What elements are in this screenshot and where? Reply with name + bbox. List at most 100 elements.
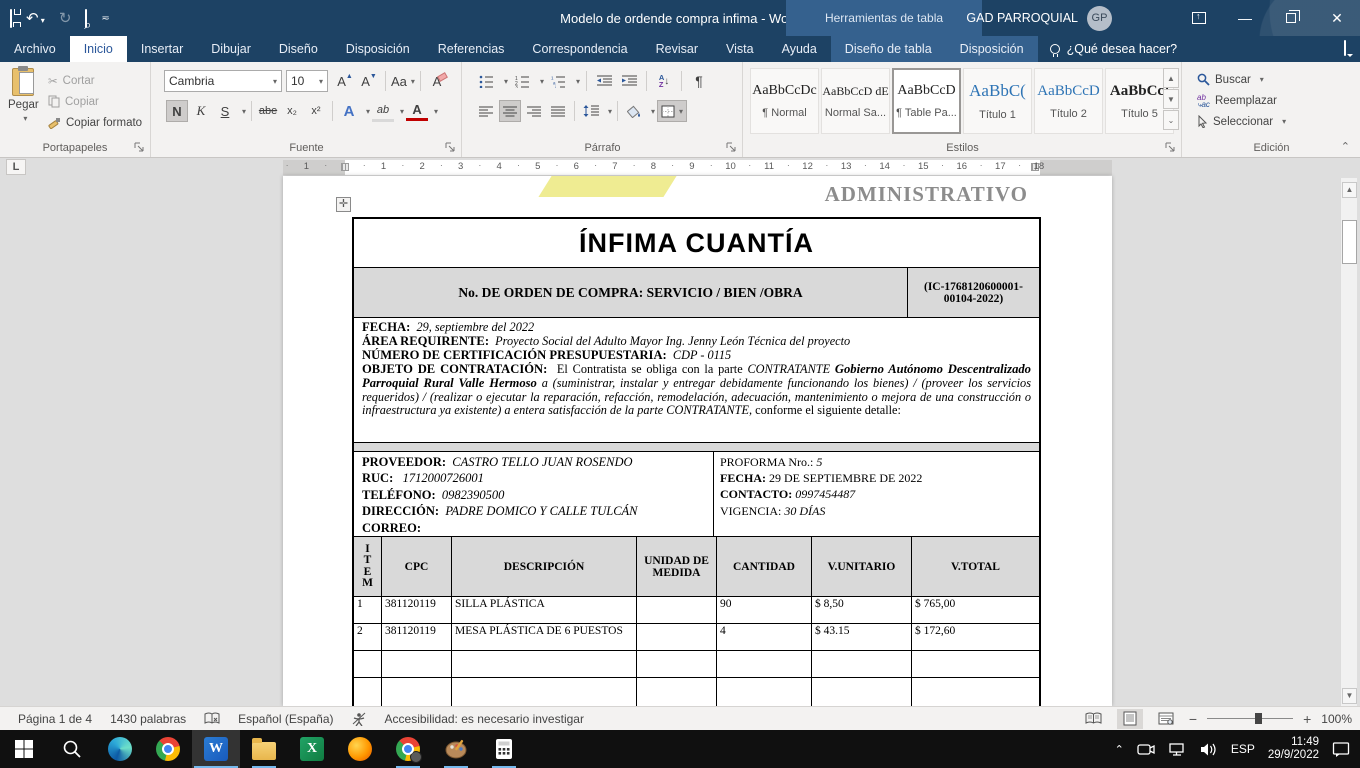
taskbar-paint-icon[interactable] xyxy=(432,730,480,768)
multilevel-arrow[interactable]: ▾ xyxy=(576,77,580,86)
speaker-icon[interactable] xyxy=(1199,742,1218,757)
select-button[interactable]: Seleccionar▾ xyxy=(1197,111,1286,132)
zoom-out-button[interactable]: − xyxy=(1189,711,1197,727)
taskbar-chrome-profile-icon[interactable] xyxy=(384,730,432,768)
tab-dibujar[interactable]: Dibujar xyxy=(197,36,265,62)
taskbar-excel-icon[interactable]: X xyxy=(288,730,336,768)
tab-disposicion-tabla[interactable]: Disposición xyxy=(946,36,1038,62)
increase-indent-button[interactable] xyxy=(618,70,640,92)
underline-arrow[interactable]: ▾ xyxy=(242,107,246,116)
style-table-paragraph[interactable]: AaBbCcD ¶ Table Pa... xyxy=(892,68,961,134)
meet-now-icon[interactable] xyxy=(1137,742,1155,757)
keyboard-language[interactable]: ESP xyxy=(1231,742,1255,756)
styles-gallery-more[interactable]: ⌄ xyxy=(1163,110,1179,130)
font-color-button[interactable]: A xyxy=(406,101,428,121)
justify-button[interactable] xyxy=(547,100,569,122)
redo-button[interactable]: ↻ xyxy=(59,9,72,27)
taskbar-word-icon[interactable]: W xyxy=(192,730,240,768)
portapapeles-dialog-launcher[interactable] xyxy=(134,142,146,154)
fuente-dialog-launcher[interactable] xyxy=(445,142,457,154)
taskbar-calculator-icon[interactable] xyxy=(480,730,528,768)
tab-stop-selector[interactable]: L xyxy=(6,159,26,175)
align-right-button[interactable] xyxy=(523,100,545,122)
style-titulo-1[interactable]: AaBbC( Título 1 xyxy=(963,68,1032,134)
ruler-strip[interactable]: 1123456789101112131415161718············… xyxy=(283,160,1112,175)
tab-revisar[interactable]: Revisar xyxy=(642,36,712,62)
scroll-down-arrow[interactable]: ▼ xyxy=(1342,688,1357,704)
shading-arrow[interactable]: ▾ xyxy=(651,107,655,116)
word-count[interactable]: 1430 palabras xyxy=(110,712,186,726)
underline-button[interactable]: S xyxy=(214,100,236,122)
decrease-indent-button[interactable] xyxy=(593,70,615,92)
sort-button[interactable]: AZ↓ xyxy=(653,70,675,92)
tab-archivo[interactable]: Archivo xyxy=(0,36,70,62)
highlight-arrow[interactable]: ▾ xyxy=(400,107,404,116)
styles-scroll-down[interactable]: ▼ xyxy=(1163,89,1179,109)
minimize-button[interactable]: — xyxy=(1222,0,1268,36)
tab-inicio[interactable]: Inicio xyxy=(70,36,127,62)
align-center-button[interactable] xyxy=(499,100,521,122)
replace-button[interactable]: ab⤷ac Reemplazar xyxy=(1197,90,1286,111)
scroll-up-arrow[interactable]: ▲ xyxy=(1342,182,1357,198)
avatar[interactable]: GP xyxy=(1087,6,1112,31)
taskbar-explorer-icon[interactable] xyxy=(240,730,288,768)
tray-chevron-icon[interactable]: ⌃ xyxy=(1115,743,1124,756)
collapse-ribbon-button[interactable]: ⌃ xyxy=(1341,140,1350,153)
close-button[interactable]: ✕ xyxy=(1314,0,1360,36)
subscript-button[interactable]: x₂ xyxy=(281,100,303,122)
copy-button[interactable]: Copiar xyxy=(48,91,142,112)
tab-insertar[interactable]: Insertar xyxy=(127,36,197,62)
font-family-combo[interactable]: Cambria▾ xyxy=(164,70,282,92)
grow-font-button[interactable]: A▲ xyxy=(334,70,356,92)
italic-button[interactable]: K xyxy=(190,100,212,122)
cut-button[interactable]: ✂Cortar xyxy=(48,70,142,91)
strikethrough-button[interactable]: abe xyxy=(257,100,279,122)
line-spacing-arrow[interactable]: ▾ xyxy=(608,107,612,116)
estilos-dialog-launcher[interactable] xyxy=(1165,142,1177,154)
scrollbar-thumb[interactable] xyxy=(1342,220,1357,264)
font-color-arrow[interactable]: ▾ xyxy=(434,107,438,116)
vertical-scrollbar[interactable]: ▲ ▼ xyxy=(1340,178,1357,706)
superscript-button[interactable]: x² xyxy=(305,100,327,122)
save-button[interactable] xyxy=(10,10,12,27)
bullets-button[interactable] xyxy=(475,70,497,92)
zoom-level[interactable]: 100% xyxy=(1321,712,1352,726)
align-left-button[interactable] xyxy=(475,100,497,122)
font-size-combo[interactable]: 10▾ xyxy=(286,70,328,92)
find-button[interactable]: Buscar▾ xyxy=(1197,69,1286,90)
line-spacing-button[interactable] xyxy=(580,100,602,122)
zoom-slider-thumb[interactable] xyxy=(1255,713,1262,724)
taskbar-search-button[interactable] xyxy=(48,730,96,768)
read-mode-button[interactable] xyxy=(1081,709,1107,729)
numbering-button[interactable]: 123 xyxy=(511,70,533,92)
web-layout-button[interactable] xyxy=(1153,709,1179,729)
tab-ayuda[interactable]: Ayuda xyxy=(768,36,831,62)
text-effects-button[interactable]: A xyxy=(338,100,360,122)
style-titulo-2[interactable]: AaBbCcD Título 2 xyxy=(1034,68,1103,134)
taskbar-edge-icon[interactable] xyxy=(96,730,144,768)
print-layout-button[interactable] xyxy=(1117,709,1143,729)
restore-button[interactable] xyxy=(1268,0,1314,36)
tab-disposicion[interactable]: Disposición xyxy=(332,36,424,62)
page[interactable]: ADMINISTRATIVO ✛ ÍNFIMA CUANTÍA No. DE O… xyxy=(283,176,1112,706)
tab-diseno-de-tabla[interactable]: Diseño de tabla xyxy=(831,36,946,62)
multilevel-list-button[interactable]: 1ai xyxy=(547,70,569,92)
table-move-handle[interactable]: ✛ xyxy=(336,197,351,212)
page-indicator[interactable]: Página 1 de 4 xyxy=(18,712,92,726)
zoom-slider[interactable] xyxy=(1207,718,1293,719)
print-preview-button[interactable] xyxy=(85,10,87,27)
numbering-arrow[interactable]: ▾ xyxy=(540,77,544,86)
account-area[interactable]: GAD PARROQUIAL GP xyxy=(966,0,1112,36)
language-indicator[interactable]: Español (España) xyxy=(238,712,333,726)
change-case-button[interactable]: Aa▾ xyxy=(391,70,415,92)
undo-button[interactable]: ↶ ▾ xyxy=(26,9,45,27)
paste-button[interactable]: Pegar ▾ xyxy=(8,68,39,123)
taskbar-firefox-icon[interactable] xyxy=(336,730,384,768)
shading-button[interactable] xyxy=(623,100,645,122)
accessibility-icon[interactable] xyxy=(352,712,367,726)
borders-button[interactable]: ▾ xyxy=(657,100,687,122)
customize-qat-button[interactable]: ≂ xyxy=(101,13,109,24)
accessibility-status[interactable]: Accesibilidad: es necesario investigar xyxy=(385,712,584,726)
tab-diseno[interactable]: Diseño xyxy=(265,36,332,62)
tab-correspondencia[interactable]: Correspondencia xyxy=(518,36,641,62)
